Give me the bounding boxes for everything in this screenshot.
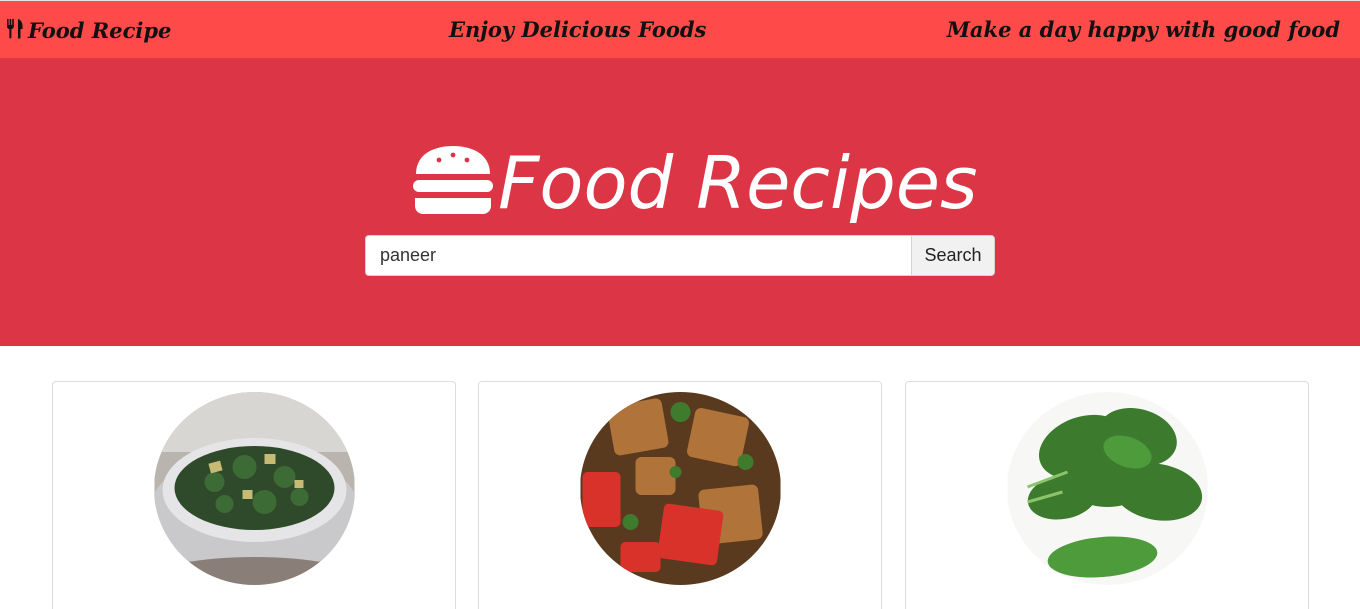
recipe-card[interactable] (52, 381, 456, 609)
recipe-image-paneer-tikka[interactable] (580, 392, 781, 585)
recipe-list (0, 381, 1360, 609)
spinach-leaves-image (1007, 392, 1208, 585)
hero-banner: Food Recipes Search (0, 58, 1360, 346)
search-form: Search (365, 235, 995, 276)
brand-label: Food Recipe (28, 17, 172, 43)
hamburger-icon (412, 146, 494, 220)
recipe-card[interactable] (905, 381, 1309, 609)
tagline-right: Make a day happy with good food (946, 17, 1340, 42)
search-input[interactable] (365, 235, 911, 276)
utensils-icon (6, 17, 26, 44)
search-button[interactable]: Search (911, 235, 995, 276)
page-title: Food Recipes (412, 141, 978, 225)
recipe-card[interactable] (478, 381, 882, 609)
kale-paneer-bowl-image (154, 392, 355, 585)
top-navbar: Food Recipe Enjoy Delicious Foods Make a… (0, 0, 1360, 58)
paneer-tikka-image (580, 392, 781, 585)
tagline-center: Enjoy Delicious Foods (449, 17, 707, 42)
recipe-image-kale-paneer-bowl[interactable] (154, 392, 355, 585)
brand-link[interactable]: Food Recipe (6, 15, 171, 45)
page-title-text: Food Recipes (498, 141, 978, 225)
recipe-image-spinach-leaves[interactable] (1007, 392, 1208, 585)
